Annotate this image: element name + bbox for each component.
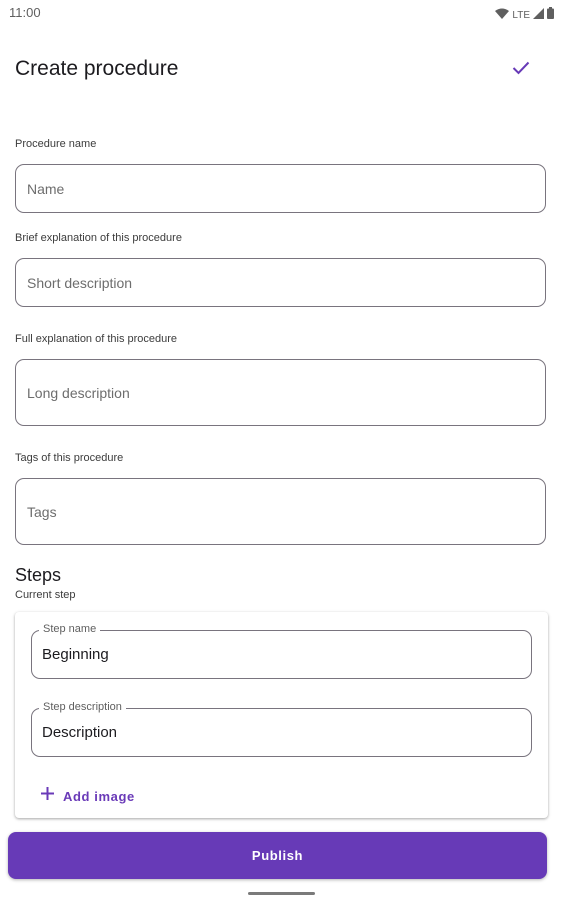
step-description-input[interactable]: Step description Description: [31, 701, 532, 757]
page-title: Create procedure: [15, 57, 179, 80]
plus-icon: [40, 786, 55, 806]
add-image-button[interactable]: Add image: [40, 786, 135, 806]
confirm-button[interactable]: [498, 50, 544, 90]
status-time: 11:00: [9, 5, 41, 20]
tags-input[interactable]: Tags: [15, 478, 546, 545]
long-description-label: Full explanation of this procedure: [15, 333, 178, 345]
steps-heading: Steps: [15, 565, 62, 585]
step-name-label: Step name: [39, 623, 101, 635]
wifi-icon: [495, 6, 510, 24]
tags-label: Tags of this procedure: [15, 452, 124, 464]
publish-button[interactable]: Publish: [8, 832, 547, 879]
step-description-label: Step description: [39, 701, 126, 713]
long-description-input[interactable]: Long description: [15, 359, 546, 426]
status-bar: 11:00 LTE: [0, 0, 563, 26]
step-name-value: Beginning: [42, 646, 109, 663]
app-bar: Create procedure: [0, 40, 563, 100]
publish-label: Publish: [251, 848, 304, 863]
procedure-name-placeholder: Name: [27, 180, 65, 197]
short-description-placeholder: Short description: [27, 274, 133, 291]
procedure-name-label: Procedure name: [15, 138, 97, 150]
short-description-label: Brief explanation of this procedure: [15, 232, 182, 244]
add-image-label: Add image: [63, 788, 135, 804]
tags-placeholder: Tags: [27, 503, 57, 520]
step-description-value: Description: [42, 724, 118, 741]
cellular-signal-icon: [533, 6, 544, 24]
status-icons: LTE: [495, 6, 554, 24]
procedure-name-input[interactable]: Name: [15, 164, 546, 213]
short-description-input[interactable]: Short description: [15, 258, 546, 307]
long-description-placeholder: Long description: [27, 384, 130, 401]
check-icon: [512, 61, 530, 80]
battery-icon: [547, 6, 554, 24]
network-type: LTE: [512, 9, 530, 21]
step-name-input[interactable]: Step name Beginning: [31, 623, 532, 679]
current-step-label: Current step: [15, 589, 76, 601]
navigation-handle[interactable]: [248, 892, 315, 895]
step-card: Step name Beginning Step description Des…: [15, 612, 548, 818]
